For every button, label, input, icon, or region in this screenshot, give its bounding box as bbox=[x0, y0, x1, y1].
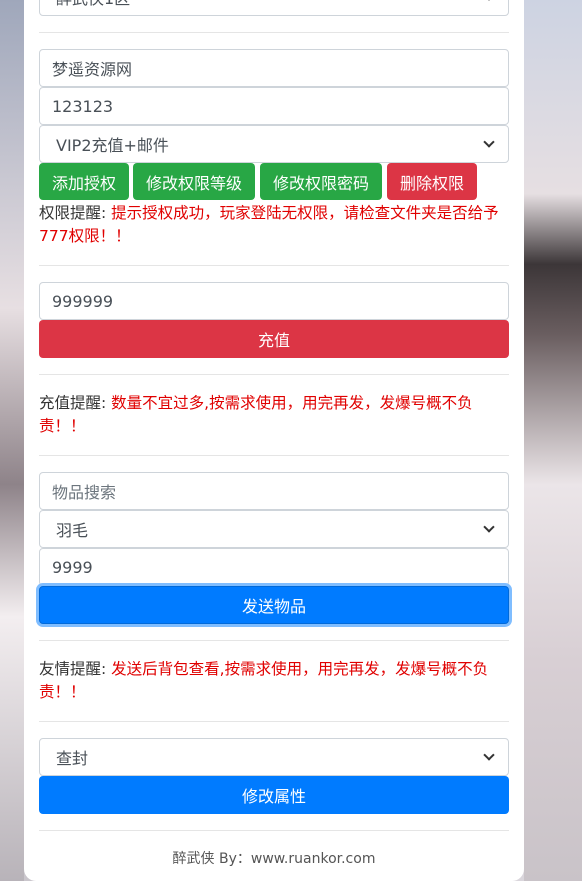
auth-reminder-label: 权限提醒: bbox=[39, 204, 107, 222]
divider bbox=[39, 265, 509, 266]
recharge-button[interactable]: 充值 bbox=[39, 320, 509, 358]
footer-credit: 醉武侠 By：www.ruankor.com bbox=[172, 851, 376, 867]
item-quantity-value: 9999 bbox=[52, 557, 93, 577]
divider bbox=[39, 640, 509, 641]
change-level-button[interactable]: 修改权限等级 bbox=[133, 163, 255, 200]
main-panel: 醉武侠1区 梦遥资源网 123123 VIP2充值+邮件 添加授权 修改权限等级… bbox=[24, 0, 524, 881]
divider bbox=[39, 830, 509, 831]
divider bbox=[39, 374, 509, 375]
permission-level-select[interactable]: VIP2充值+邮件 bbox=[39, 125, 509, 163]
divider bbox=[39, 721, 509, 722]
item-reminder: 友情提醒: 发送后背包查看,按需求使用，用完再发，发爆号概不负责！！ bbox=[39, 658, 509, 704]
item-search-placeholder: 物品搜索 bbox=[52, 483, 117, 502]
item-select-value: 羽毛 bbox=[56, 521, 89, 540]
attribute-select-value: 查封 bbox=[56, 749, 89, 768]
password-input[interactable]: 123123 bbox=[39, 87, 509, 125]
background-right bbox=[524, 0, 582, 881]
auth-reminder: 权限提醒: 提示授权成功，玩家登陆无权限，请检查文件夹是否给予777权限！！ bbox=[39, 202, 509, 248]
change-password-button[interactable]: 修改权限密码 bbox=[260, 163, 382, 200]
chevron-down-icon bbox=[483, 0, 495, 1]
chevron-down-icon bbox=[483, 521, 495, 533]
server-select[interactable]: 醉武侠1区 bbox=[39, 0, 509, 16]
recharge-reminder-label: 充值提醒: bbox=[39, 394, 107, 412]
item-select[interactable]: 羽毛 bbox=[39, 510, 509, 548]
item-reminder-label: 友情提醒: bbox=[39, 660, 107, 678]
password-input-value: 123123 bbox=[52, 96, 114, 116]
permission-level-value: VIP2充值+邮件 bbox=[56, 136, 169, 155]
account-input-value: 梦遥资源网 bbox=[52, 60, 133, 79]
delete-auth-button[interactable]: 删除权限 bbox=[387, 163, 477, 200]
item-quantity-input[interactable]: 9999 bbox=[39, 548, 509, 586]
divider bbox=[39, 32, 509, 33]
item-search-input[interactable]: 物品搜索 bbox=[39, 472, 509, 510]
recharge-amount-input[interactable]: 999999 bbox=[39, 282, 509, 320]
chevron-down-icon bbox=[483, 136, 495, 148]
recharge-amount-value: 999999 bbox=[52, 291, 114, 311]
account-input[interactable]: 梦遥资源网 bbox=[39, 49, 509, 87]
chevron-down-icon bbox=[483, 749, 495, 761]
background-left bbox=[0, 0, 24, 881]
recharge-reminder: 充值提醒: 数量不宜过多,按需求使用，用完再发，发爆号概不负责！！ bbox=[39, 392, 509, 438]
attribute-select[interactable]: 查封 bbox=[39, 738, 509, 776]
item-reminder-text: 发送后背包查看,按需求使用，用完再发，发爆号概不负责！！ bbox=[39, 660, 489, 701]
server-select-value: 醉武侠1区 bbox=[56, 0, 130, 9]
modify-attribute-button[interactable]: 修改属性 bbox=[39, 776, 509, 814]
auth-reminder-text: 提示授权成功，玩家登陆无权限，请检查文件夹是否给予777权限！！ bbox=[39, 204, 499, 245]
send-item-button[interactable]: 发送物品 bbox=[39, 586, 509, 624]
divider bbox=[39, 455, 509, 456]
add-auth-button[interactable]: 添加授权 bbox=[39, 163, 129, 200]
